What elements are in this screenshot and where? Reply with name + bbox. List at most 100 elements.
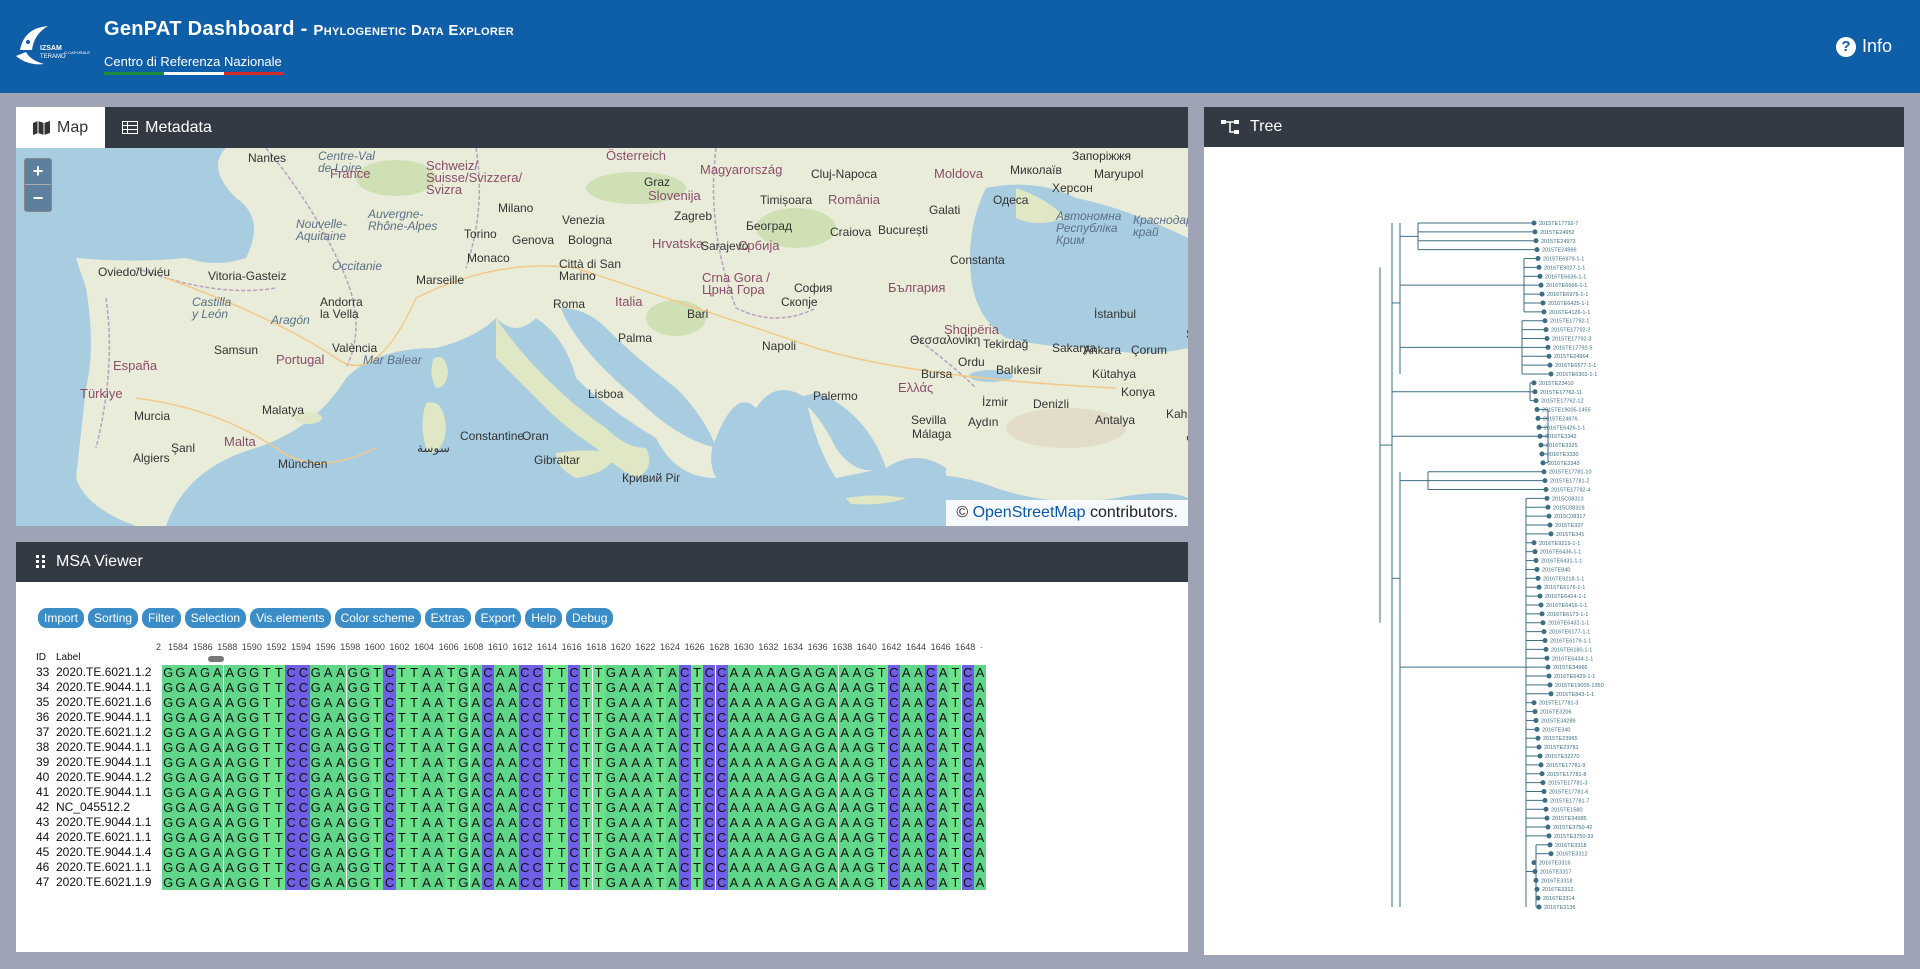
tree-leaf-label[interactable]: 2015TE337: [1555, 523, 1583, 529]
tree-leaf-label[interactable]: 2016TE6173-1-1: [1547, 612, 1588, 618]
tree-leaf-label[interactable]: 2015TE17781-9: [1546, 763, 1585, 769]
tree-leaf-label[interactable]: 2015TE19005-1455: [1542, 408, 1591, 414]
tree-leaf-label[interactable]: 2015TE1580: [1551, 807, 1583, 813]
tree-leaf-label[interactable]: 2016TE6429-1-1: [1554, 674, 1595, 680]
msa-menu-selection[interactable]: Selection: [184, 608, 247, 628]
tree-leaf-label[interactable]: 2016TE3330: [1547, 452, 1579, 458]
tree-leaf-label[interactable]: 2016TE3325: [1546, 443, 1578, 449]
row-label[interactable]: 2020.TE.9044.1.1: [56, 815, 162, 829]
tree-leaf-label[interactable]: 2015TE3750-33: [1554, 834, 1593, 840]
tree-leaf-label[interactable]: 2015TE23965: [1543, 736, 1578, 742]
msa-menu-filter[interactable]: Filter: [142, 608, 181, 628]
tab-map[interactable]: Map: [16, 107, 106, 148]
tree-leaf-label[interactable]: 2016TE4126-1-1: [1549, 310, 1590, 316]
row-label[interactable]: 2020.TE.9044.1.1: [56, 710, 162, 724]
tree-leaf-label[interactable]: 2016TE3318: [1541, 878, 1573, 884]
tree-leaf-label[interactable]: 2016TE6434-1-1: [1552, 656, 1593, 662]
tree-leaf-label[interactable]: 2016TE3314: [1543, 896, 1575, 902]
tree-leaf-label[interactable]: 2016TE3136: [1544, 905, 1576, 911]
row-label[interactable]: 2020.TE.6021.1.6: [56, 695, 162, 709]
tree-leaf-label[interactable]: 2015TE17781-6: [1549, 790, 1588, 796]
row-label[interactable]: 2020.TE.9044.1.1: [56, 680, 162, 694]
tree-leaf-label[interactable]: 2016TE6976-1-1: [1547, 292, 1588, 298]
tree-leaf-label[interactable]: 2016TE6177-1-1: [1549, 630, 1590, 636]
tree-leaf-label[interactable]: 2015TE341: [1556, 532, 1584, 538]
tree-leaf-label[interactable]: 2015TE6979-1-1: [1543, 257, 1584, 263]
tree-leaf-label[interactable]: 2016TE6176-1-1: [1544, 585, 1585, 591]
tree-leaf-label[interactable]: 2016TE3206: [1540, 710, 1572, 716]
row-label[interactable]: 2020.TE.9044.1.1: [56, 740, 162, 754]
tree-leaf-label[interactable]: 2016TE843-1-1: [1556, 692, 1594, 698]
tree-leaf-label[interactable]: 2016TE6426-1-1: [1544, 425, 1585, 431]
tree-leaf-label[interactable]: 2015TE17781-3: [1548, 781, 1587, 787]
row-label[interactable]: 2020.TE.6021.1.2: [56, 725, 162, 739]
tree-leaf-label[interactable]: 2015TE19005-1350: [1555, 683, 1604, 689]
tree-leaf-label[interactable]: 2016TE3342: [1545, 434, 1577, 440]
tree-leaf-label[interactable]: 2015TE32270: [1545, 754, 1580, 760]
tree-leaf-label[interactable]: 2016TE6436-1-1: [1540, 550, 1581, 556]
tree-leaf-label[interactable]: 2016TE3316: [1539, 861, 1571, 867]
tree-leaf-label[interactable]: 2015C08313: [1552, 496, 1584, 502]
tree-leaf-label[interactable]: 2015TE24952: [1540, 230, 1575, 236]
tree-leaf-label[interactable]: 2016TE3318: [1555, 843, 1587, 849]
phylogenetic-tree[interactable]: 2015TE17792-7 2015TE24952 2015TE24973 2015T…: [1204, 147, 1904, 955]
tree-leaf-label[interactable]: 2016TE9027-1-1: [1544, 265, 1585, 271]
tree-leaf-label[interactable]: 2016TE3317: [1540, 869, 1572, 875]
tree-leaf-label[interactable]: 2016TE6416-1-1: [1546, 603, 1587, 609]
tree-leaf-label[interactable]: 2015TE23781: [1544, 745, 1579, 751]
row-label[interactable]: NC_045512.2: [56, 800, 162, 814]
tree-leaf-label[interactable]: 2016TE3312: [1542, 887, 1574, 893]
tree-leaf-label[interactable]: 2015TE17792-1: [1550, 319, 1589, 325]
openstreetmap-link[interactable]: OpenStreetMap: [973, 504, 1086, 521]
tree-leaf-label[interactable]: 2016TE6666-1-1: [1546, 283, 1587, 289]
tree-leaf-label[interactable]: 2015TE17762-12: [1541, 399, 1584, 405]
ruler-scroll-handle[interactable]: [208, 656, 224, 662]
info-button[interactable]: ? Info: [1835, 36, 1892, 57]
msa-menu-color-scheme[interactable]: Color scheme: [334, 608, 421, 628]
tree-leaf-label[interactable]: 2016TE6577-1-1: [1555, 363, 1596, 369]
row-label[interactable]: 2020.TE.6021.1.1: [56, 830, 162, 844]
tree-leaf-label[interactable]: 2015TE17792-5: [1553, 345, 1592, 351]
row-label[interactable]: 2020.TE.9044.1.2: [56, 770, 162, 784]
tree-leaf-label[interactable]: 2015TE17781-8: [1547, 772, 1586, 778]
tree-leaf-label[interactable]: 2016TE3343: [1548, 461, 1580, 467]
msa-menu-debug[interactable]: Debug: [566, 608, 614, 628]
row-label[interactable]: 2020.TE.6021.1.2: [56, 665, 162, 679]
tree-leaf-label[interactable]: 2015TE3750-42: [1553, 825, 1592, 831]
tree-leaf-label[interactable]: 2015TE17762-11: [1540, 390, 1582, 396]
tree-leaf-label[interactable]: 2015TE17792-7: [1539, 221, 1578, 227]
tree-leaf-label[interactable]: 2015TE24964: [1554, 354, 1589, 360]
tree-leaf-label[interactable]: 2015TE17782-4: [1551, 487, 1590, 493]
row-label[interactable]: 2020.TE.6021.1.1: [56, 860, 162, 874]
tree-leaf-label[interactable]: 2015TE17781-10: [1549, 470, 1592, 476]
row-label[interactable]: 2020.TE.6021.1.9: [56, 875, 162, 889]
tree-leaf-label[interactable]: 2015TE34289: [1541, 718, 1576, 724]
zoom-out-button[interactable]: −: [25, 185, 51, 211]
tree-leaf-label[interactable]: 2016TE6432-1-1: [1548, 621, 1589, 627]
tree-leaf-label[interactable]: 2016TE840: [1542, 567, 1570, 573]
tree-leaf-label[interactable]: 2016TE6425-1-1: [1548, 301, 1589, 307]
tree-leaf-label[interactable]: 2015TE24973: [1541, 239, 1576, 245]
tab-metadata[interactable]: Metadata: [105, 107, 229, 148]
tree-leaf-label[interactable]: 2016TE9219-1-1: [1539, 541, 1580, 547]
tree-leaf-label[interactable]: 2016TE6424-1-1: [1545, 594, 1586, 600]
tree-leaf-label[interactable]: 2016TE9218-1-1: [1543, 576, 1584, 582]
tree-leaf-label[interactable]: 2016TE6302-1-1: [1556, 372, 1597, 378]
msa-menu-extras[interactable]: Extras: [424, 608, 471, 628]
tree-leaf-label[interactable]: 2016TE6179-1-1: [1550, 639, 1591, 645]
tree-leaf-label[interactable]: 2015C08319: [1553, 505, 1585, 511]
msa-menu-import[interactable]: Import: [38, 608, 85, 628]
tree-leaf-label[interactable]: 2015TE17792-2: [1551, 328, 1590, 334]
tree-leaf-label[interactable]: 2016TE6431-1-1: [1541, 559, 1582, 565]
tree-leaf-label[interactable]: 2015TE34966: [1553, 665, 1588, 671]
tree-leaf-label[interactable]: 2015TE24966: [1542, 248, 1577, 254]
msa-menu-vis-elements[interactable]: Vis.elements: [250, 608, 331, 628]
row-label[interactable]: 2020.TE.9044.1.4: [56, 845, 162, 859]
tree-leaf-label[interactable]: 2016TE340: [1542, 727, 1570, 733]
row-label[interactable]: 2020.TE.9044.1.1: [56, 785, 162, 799]
tree-leaf-label[interactable]: 2015TE23410: [1539, 381, 1574, 387]
tree-leaf-label[interactable]: 2016TE6180-1-1: [1551, 647, 1592, 653]
tree-leaf-label[interactable]: 2016TE3312: [1556, 852, 1588, 858]
tree-leaf-label[interactable]: 2015C08317: [1554, 514, 1586, 520]
msa-menu-sorting[interactable]: Sorting: [88, 608, 139, 628]
